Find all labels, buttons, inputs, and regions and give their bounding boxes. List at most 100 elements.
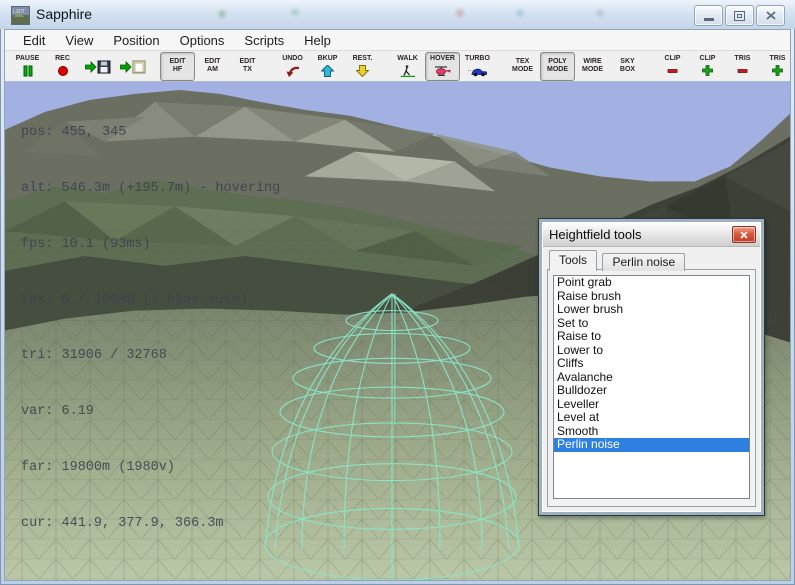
toolbar-button-undo[interactable]: UNDO bbox=[275, 52, 310, 81]
increase-icon bbox=[702, 64, 713, 77]
button-label: TX bbox=[243, 66, 252, 74]
button-label: REC bbox=[55, 55, 70, 63]
menu-scripts[interactable]: Scripts bbox=[234, 31, 294, 50]
toolbar-button-edit-am[interactable]: EDIT AM bbox=[195, 52, 230, 81]
button-label: AM bbox=[207, 66, 218, 74]
tool-item-selected[interactable]: Perlin noise bbox=[554, 438, 749, 452]
toolbar-button-walk[interactable]: WALK bbox=[390, 52, 425, 81]
tool-item[interactable]: Cliffs bbox=[554, 357, 749, 371]
menu-view[interactable]: View bbox=[55, 31, 103, 50]
tool-item[interactable]: Lower brush bbox=[554, 303, 749, 317]
increase-icon bbox=[772, 64, 783, 77]
close-button[interactable] bbox=[756, 5, 785, 26]
tool-item[interactable]: Leveller bbox=[554, 398, 749, 412]
toolbar-button-save[interactable] bbox=[80, 52, 115, 81]
button-label: WIRE bbox=[583, 58, 601, 66]
stat-tex: tex: 0 / 100MB (1 bias-auto) bbox=[21, 292, 280, 311]
button-label: PAUSE bbox=[16, 55, 40, 63]
toolbar-button-turbo[interactable]: TURBO bbox=[460, 52, 495, 81]
maximize-button[interactable] bbox=[725, 5, 754, 26]
button-label: MODE bbox=[512, 66, 533, 74]
toolbar-button-clip-plus[interactable]: CLIP bbox=[690, 52, 725, 81]
tab-perlin-noise[interactable]: Perlin noise bbox=[602, 253, 685, 271]
dialog-close-button[interactable] bbox=[732, 226, 756, 243]
restore-icon bbox=[356, 64, 369, 77]
svg-text:L3DT: L3DT bbox=[13, 9, 25, 15]
window-title: Sapphire bbox=[36, 6, 92, 22]
tool-item[interactable]: Raise to bbox=[554, 330, 749, 344]
button-label: HOVER bbox=[430, 55, 455, 63]
save-icon bbox=[85, 60, 111, 73]
tool-listbox[interactable]: Point grab Raise brush Lower brush Set t… bbox=[553, 275, 750, 499]
button-label: UNDO bbox=[282, 55, 303, 63]
stat-far: far: 19800m (1980v) bbox=[21, 459, 280, 478]
toolbar: PAUSE REC bbox=[5, 51, 790, 82]
menu-options[interactable]: Options bbox=[170, 31, 235, 50]
toolbar-button-tris-minus[interactable]: TRIS bbox=[725, 52, 760, 81]
dialog-title: Heightfield tools bbox=[543, 227, 732, 242]
menu-edit[interactable]: Edit bbox=[13, 31, 55, 50]
turbo-icon bbox=[468, 64, 488, 77]
toolbar-button-poly-mode[interactable]: POLY MODE bbox=[540, 52, 575, 81]
stat-alt: alt: 546.3m (+195.7m) - hovering bbox=[21, 180, 280, 199]
toolbar-button-wire-mode[interactable]: WIRE MODE bbox=[575, 52, 610, 81]
toolbar-button-pause[interactable]: PAUSE bbox=[10, 52, 45, 81]
tool-item[interactable]: Lower to bbox=[554, 344, 749, 358]
stat-pos: pos: 455, 345 bbox=[21, 124, 280, 143]
toolbar-button-tex-mode[interactable]: TEX MODE bbox=[505, 52, 540, 81]
pause-icon bbox=[22, 64, 34, 77]
tab-panel: Point grab Raise brush Lower brush Set t… bbox=[547, 269, 756, 507]
stats-overlay: pos: 455, 345 alt: 546.3m (+195.7m) - ho… bbox=[21, 87, 280, 570]
toolbar-button-tris-plus[interactable]: TRIS bbox=[760, 52, 795, 81]
button-label: REST. bbox=[353, 55, 373, 63]
button-label: HF bbox=[173, 66, 182, 74]
backup-icon bbox=[321, 64, 334, 77]
tab-tools[interactable]: Tools bbox=[549, 250, 597, 271]
tool-item[interactable]: Point grab bbox=[554, 276, 749, 290]
button-label: MODE bbox=[547, 66, 568, 74]
close-icon bbox=[740, 231, 748, 239]
tool-item[interactable]: Set to bbox=[554, 317, 749, 331]
close-icon bbox=[766, 11, 776, 20]
stat-cur: cur: 441.9, 377.9, 366.3m bbox=[21, 515, 280, 534]
viewport-3d-scene[interactable]: pos: 455, 345 alt: 546.3m (+195.7m) - ho… bbox=[5, 82, 790, 580]
tool-item[interactable]: Smooth bbox=[554, 425, 749, 439]
tool-item[interactable]: Raise brush bbox=[554, 290, 749, 304]
stat-tri: tri: 31906 / 32768 bbox=[21, 347, 280, 366]
dialog-content: Tools Perlin noise Point grab Raise brus… bbox=[543, 246, 760, 511]
decrease-icon bbox=[737, 64, 748, 77]
open-icon bbox=[120, 60, 146, 73]
toolbar-button-hover[interactable]: HOVER bbox=[425, 52, 460, 81]
button-label: MODE bbox=[582, 66, 603, 74]
stat-fps: fps: 10.1 (93ms) bbox=[21, 236, 280, 255]
toolbar-button-open[interactable] bbox=[115, 52, 150, 81]
button-label: TRIS bbox=[770, 55, 786, 63]
undo-icon bbox=[286, 64, 300, 77]
tool-item[interactable]: Avalanche bbox=[554, 371, 749, 385]
button-label: SKY bbox=[620, 58, 634, 66]
toolbar-button-edit-tx[interactable]: EDIT TX bbox=[230, 52, 265, 81]
button-label: CLIP bbox=[700, 55, 716, 63]
button-label: EDIT bbox=[205, 58, 221, 66]
heightfield-tools-dialog: Heightfield tools Tools Perlin noise Po bbox=[538, 218, 765, 516]
maximize-icon bbox=[734, 11, 745, 21]
toolbar-button-clip-minus[interactable]: CLIP bbox=[655, 52, 690, 81]
tool-item[interactable]: Bulldozer bbox=[554, 384, 749, 398]
sapphire-window: L3DT Sapphire Edit View Position Options… bbox=[0, 0, 795, 585]
toolbar-button-bkup[interactable]: BKUP bbox=[310, 52, 345, 81]
title-bar[interactable]: L3DT Sapphire bbox=[0, 0, 795, 29]
toolbar-button-rest[interactable]: REST. bbox=[345, 52, 380, 81]
tool-item[interactable]: Level at bbox=[554, 411, 749, 425]
button-label: TURBO bbox=[465, 55, 490, 63]
toolbar-button-rec[interactable]: REC bbox=[45, 52, 80, 81]
toolbar-button-sky-box[interactable]: SKY BOX bbox=[610, 52, 645, 81]
button-label: CLIP bbox=[665, 55, 681, 63]
menu-help[interactable]: Help bbox=[294, 31, 341, 50]
dialog-title-bar[interactable]: Heightfield tools bbox=[543, 223, 760, 247]
menu-position[interactable]: Position bbox=[103, 31, 169, 50]
app-icon: L3DT bbox=[11, 6, 30, 25]
toolbar-button-edit-hf[interactable]: EDIT HF bbox=[160, 52, 195, 81]
button-label: EDIT bbox=[170, 58, 186, 66]
minimize-button[interactable] bbox=[694, 5, 723, 26]
tab-strip: Tools Perlin noise bbox=[547, 250, 756, 270]
